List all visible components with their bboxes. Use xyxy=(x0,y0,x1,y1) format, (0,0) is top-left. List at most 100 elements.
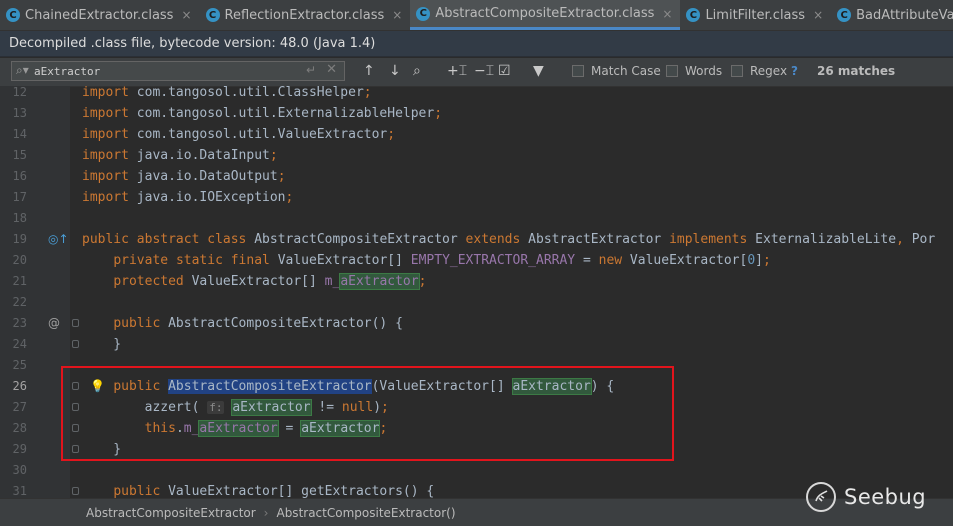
class-file-icon: C xyxy=(205,8,220,22)
line-number[interactable]: 14 xyxy=(0,124,27,145)
seebug-bug-glyph xyxy=(815,490,828,502)
breadcrumb-item-constructor[interactable]: AbstractCompositeExtractor() xyxy=(276,506,455,520)
line-number[interactable]: 19 xyxy=(0,229,27,250)
search-field[interactable]: ⌕▾ ↵ ✕ xyxy=(11,61,345,81)
line-number[interactable]: 13 xyxy=(0,103,27,124)
code-text: public AbstractCompositeExtractor() { xyxy=(113,316,403,331)
tab-label: ChainedExtractor.class xyxy=(25,7,174,23)
words-label: Words xyxy=(685,64,723,78)
implements-marker-icon[interactable]: ◎↑ xyxy=(48,229,69,250)
tab-bad-attribute-value-exp-exception[interactable]: C BadAttributeValueExpException xyxy=(831,0,953,30)
line-number[interactable]: 28 xyxy=(0,418,27,439)
code-line[interactable]: 17 import java.io.IOException; xyxy=(0,187,953,208)
code-line[interactable]: 13 import com.tangosol.util.Externalizabl… xyxy=(0,103,953,124)
breadcrumb-item-class[interactable]: AbstractCompositeExtractor xyxy=(86,506,256,520)
code-line[interactable]: 12 import com.tangosol.util.ClassHelper; xyxy=(0,86,953,103)
line-number[interactable]: 24 xyxy=(0,334,27,355)
tab-limit-filter[interactable]: C LimitFilter.class × xyxy=(680,0,831,30)
code-text: import com.tangosol.util.ExternalizableH… xyxy=(82,106,443,121)
tab-label: LimitFilter.class xyxy=(705,7,806,23)
annotation-highlight-box xyxy=(61,366,674,461)
line-number[interactable]: 18 xyxy=(0,208,27,229)
tab-chained-extractor[interactable]: C ChainedExtractor.class × xyxy=(0,0,200,30)
code-text: import java.io.DataOutput; xyxy=(82,169,286,184)
match-case-checkbox[interactable]: Match Case xyxy=(572,64,661,78)
match-count: 26 matches xyxy=(817,64,896,78)
regex-label: Regex xyxy=(750,64,788,78)
code-text: private static final ValueExtractor[] EM… xyxy=(113,253,771,268)
fold-marker-icon[interactable] xyxy=(72,340,79,348)
line-number[interactable]: 31 xyxy=(0,481,27,498)
code-editor[interactable]: 12 import com.tangosol.util.ClassHelper; 1… xyxy=(0,86,953,498)
search-icon[interactable]: ⌕▾ xyxy=(16,63,29,78)
line-number[interactable]: 27 xyxy=(0,397,27,418)
class-file-icon: C xyxy=(686,8,701,22)
code-line[interactable]: 18 xyxy=(0,208,953,229)
seebug-logo-icon xyxy=(806,482,836,512)
checkbox-box[interactable] xyxy=(731,65,743,77)
close-icon[interactable]: × xyxy=(181,8,191,22)
code-text: import com.tangosol.util.ValueExtractor; xyxy=(82,127,396,142)
previous-occurrence-icon[interactable]: ↑ xyxy=(363,62,375,80)
line-number[interactable]: 17 xyxy=(0,187,27,208)
code-line[interactable]: 19 ◎↑ public abstract class AbstractCompos… xyxy=(0,229,953,250)
remove-selection-icon[interactable]: −⌶ xyxy=(474,62,494,80)
class-file-icon: C xyxy=(837,8,852,22)
checkbox-box[interactable] xyxy=(666,65,678,77)
find-toolbar: ⌕▾ ↵ ✕ ↑ ↓ ⌕ +⌶ −⌶ ☑ ▼ Match Case Words … xyxy=(0,58,953,87)
code-text: import java.io.DataInput; xyxy=(82,148,278,163)
code-line[interactable]: 20 private static final ValueExtractor[]… xyxy=(0,250,953,271)
code-text: protected ValueExtractor[] m_aExtractor; xyxy=(113,273,427,290)
line-number[interactable]: 25 xyxy=(0,355,27,376)
line-number[interactable]: 23 xyxy=(0,313,27,334)
regex-help-link[interactable]: ? xyxy=(791,64,798,78)
new-line-icon[interactable]: ↵ xyxy=(306,63,316,77)
code-line[interactable]: 16 import java.io.DataOutput; xyxy=(0,166,953,187)
close-icon[interactable]: × xyxy=(813,8,823,22)
regex-checkbox[interactable]: Regex xyxy=(731,64,787,78)
tab-abstract-composite-extractor[interactable]: C AbstractCompositeExtractor.class × xyxy=(410,0,681,30)
tab-reflection-extractor[interactable]: C ReflectionExtractor.class × xyxy=(200,0,411,30)
code-line[interactable]: 23 @ public AbstractCompositeExtractor() … xyxy=(0,313,953,334)
line-number[interactable]: 20 xyxy=(0,250,27,271)
next-occurrence-icon[interactable]: ↓ xyxy=(389,62,401,80)
line-number[interactable]: 22 xyxy=(0,292,27,313)
match-case-label: Match Case xyxy=(591,64,661,78)
words-checkbox[interactable]: Words xyxy=(666,64,722,78)
close-icon[interactable]: × xyxy=(662,7,672,21)
watermark-text: Seebug xyxy=(844,485,927,509)
class-file-icon: C xyxy=(416,6,431,21)
editor-tab-bar: C ChainedExtractor.class × C ReflectionE… xyxy=(0,0,953,31)
code-line[interactable]: 15 import java.io.DataInput; xyxy=(0,145,953,166)
find-all-icon[interactable]: ⌕ xyxy=(413,62,421,80)
filter-icon[interactable]: ▼ xyxy=(533,62,544,80)
line-number[interactable]: 15 xyxy=(0,145,27,166)
line-number[interactable]: 21 xyxy=(0,271,27,292)
code-line[interactable]: 30 xyxy=(0,460,953,481)
add-selection-icon[interactable]: +⌶ xyxy=(447,62,467,80)
clear-search-icon[interactable]: ✕ xyxy=(326,62,337,77)
code-line[interactable]: 22 xyxy=(0,292,953,313)
line-number[interactable]: 26 xyxy=(0,376,27,397)
select-all-occurrences-icon[interactable]: ☑ xyxy=(498,62,511,80)
code-line[interactable]: 14 import com.tangosol.util.ValueExtracto… xyxy=(0,124,953,145)
line-number[interactable]: 16 xyxy=(0,166,27,187)
fold-marker-icon[interactable] xyxy=(72,487,79,495)
code-line[interactable]: 21 protected ValueExtractor[] m_aExtract… xyxy=(0,271,953,292)
seebug-watermark: Seebug xyxy=(806,482,926,512)
checkbox-box[interactable] xyxy=(572,65,584,77)
search-match: aExtractor xyxy=(339,273,420,290)
code-text: import com.tangosol.util.ClassHelper; xyxy=(82,86,372,100)
fold-marker-icon[interactable] xyxy=(72,319,79,327)
line-number[interactable]: 30 xyxy=(0,460,27,481)
search-input[interactable] xyxy=(34,62,304,80)
close-icon[interactable]: × xyxy=(392,8,402,22)
code-text: import java.io.IOException; xyxy=(82,190,294,205)
breadcrumb-separator-icon: › xyxy=(263,505,269,520)
override-marker-icon[interactable]: @ xyxy=(48,313,60,334)
tab-label: BadAttributeValueExpException xyxy=(856,7,953,23)
tab-label: ReflectionExtractor.class xyxy=(224,7,385,23)
line-number[interactable]: 12 xyxy=(0,86,27,103)
line-number[interactable]: 29 xyxy=(0,439,27,460)
code-line[interactable]: 24 } xyxy=(0,334,953,355)
